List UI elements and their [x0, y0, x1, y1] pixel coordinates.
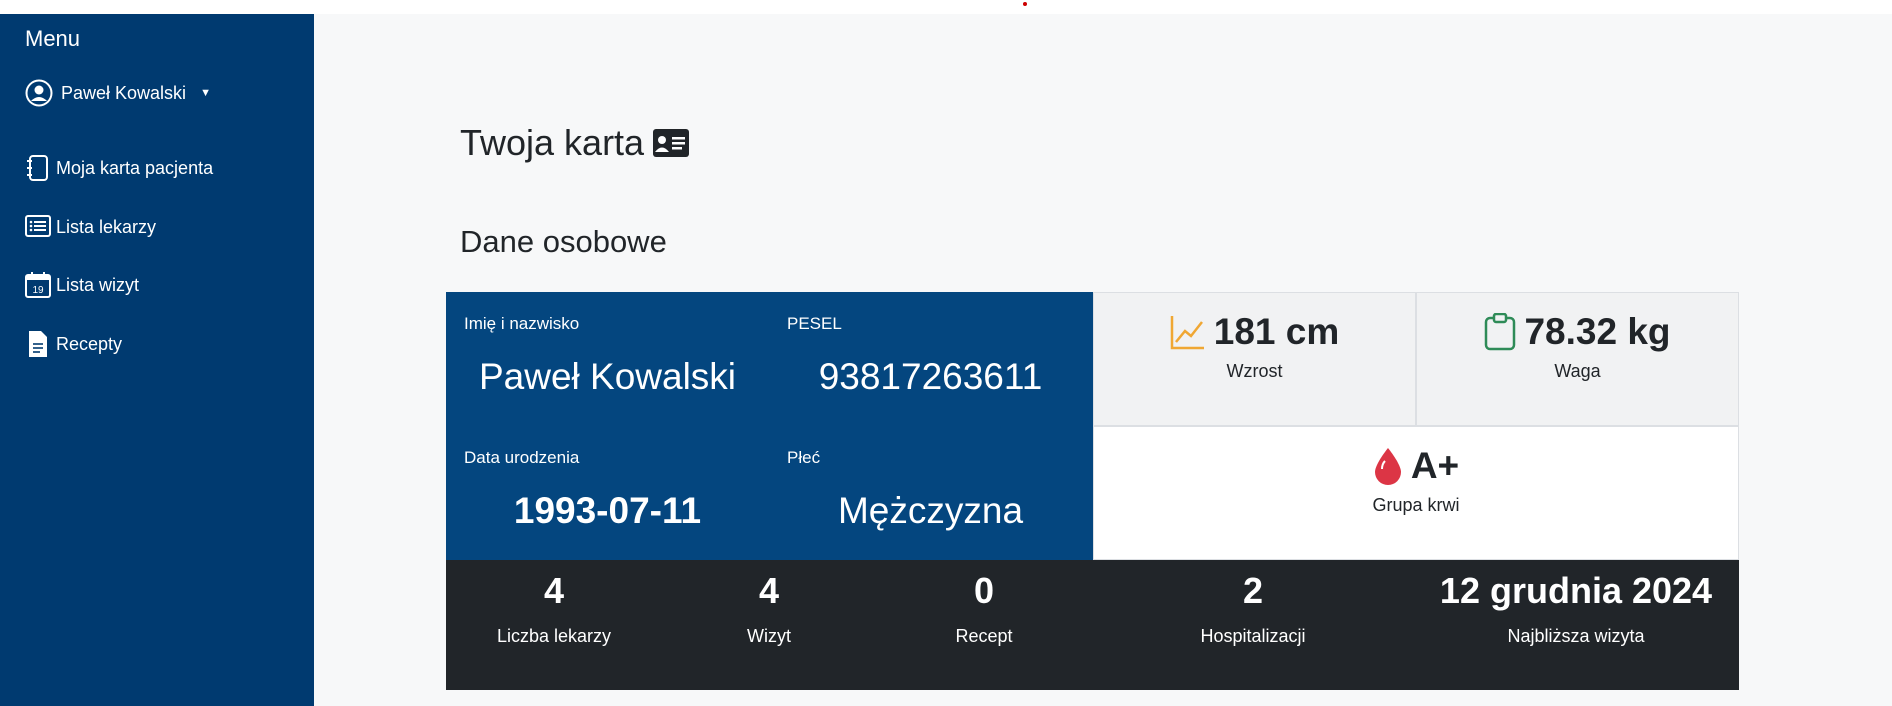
stat-value: 2: [1242, 570, 1264, 611]
sidebar-item-label: Lista lekarzy: [56, 216, 157, 237]
sidebar-item-doctors[interactable]: Lista lekarzy: [25, 213, 156, 241]
stat-label: Najbliższa wizyta: [1507, 626, 1645, 646]
stat-value: 12 grudnia 2024: [1439, 570, 1713, 611]
stat-value: 4: [758, 570, 780, 611]
id-card-icon: [653, 129, 690, 157]
stat-label: Liczba lekarzy: [496, 626, 612, 646]
main-content: Twoja karta Dane osobowe Imię i nazwisko…: [314, 14, 1892, 706]
stat-label: Wizyt: [747, 626, 791, 646]
sidebar-item-label: Moja karta pacjenta: [56, 157, 214, 178]
birth-date-value: 1993-07-11: [513, 490, 702, 531]
sex-value: Mężczyzna: [837, 490, 1024, 531]
chevron-down-icon: ▼: [200, 87, 211, 99]
sidebar: Menu Paweł Kowalski ▼ Moja karta pacjent…: [0, 14, 314, 706]
name-field: Imię i nazwisko Paweł Kowalski: [446, 292, 769, 426]
red-indicator-dot: [1023, 2, 1027, 6]
svg-text:19: 19: [32, 285, 44, 296]
stat-prescriptions: 0 Recept: [955, 570, 1012, 647]
height-value: 181 cm: [1213, 311, 1340, 352]
sidebar-item-prescriptions[interactable]: Recepty: [25, 330, 122, 358]
page-title-text: Twoja karta: [460, 122, 645, 163]
sidebar-item-visits[interactable]: 19 Lista wizyt: [25, 271, 139, 299]
birth-date-label: Data urodzenia: [464, 448, 580, 467]
name-label: Imię i nazwisko: [464, 314, 580, 333]
clipboard-icon: [1485, 313, 1516, 351]
sidebar-item-patient-card[interactable]: Moja karta pacjenta: [25, 154, 213, 182]
stat-doctors: 4 Liczba lekarzy: [497, 570, 611, 647]
weight-value: 78.32 kg: [1524, 311, 1671, 352]
blood-type-value: A+: [1410, 445, 1460, 486]
page-title: Twoja karta: [460, 122, 690, 164]
sex-field: Płeć Mężczyzna: [769, 426, 1092, 560]
user-name: Paweł Kowalski: [61, 82, 187, 103]
weight-tile: 78.32 kg Waga: [1416, 292, 1739, 426]
calendar-icon: 19: [25, 272, 51, 298]
stat-visits: 4 Wizyt: [747, 570, 791, 647]
line-chart-icon: [1170, 316, 1204, 350]
stat-value: 0: [973, 570, 995, 611]
personal-data-panel: Imię i nazwisko Paweł Kowalski PESEL 938…: [446, 292, 1093, 560]
patient-card: Imię i nazwisko Paweł Kowalski PESEL 938…: [446, 292, 1739, 690]
section-title: Dane osobowe: [460, 224, 667, 259]
sidebar-item-label: Recepty: [56, 333, 123, 354]
height-tile: 181 cm Wzrost: [1093, 292, 1416, 426]
name-value: Paweł Kowalski: [478, 356, 737, 397]
stat-hospitalizations: 2 Hospitalizacji: [1200, 570, 1305, 647]
stat-value: 4: [543, 570, 565, 611]
blood-type-tile: A+ Grupa krwi: [1093, 426, 1739, 560]
pesel-field: PESEL 93817263611: [769, 292, 1092, 426]
weight-label: Waga: [1554, 361, 1601, 381]
pesel-value: 93817263611: [818, 356, 1043, 397]
height-label: Wzrost: [1226, 361, 1283, 381]
document-icon: [29, 331, 47, 357]
blood-drop-icon: [1374, 448, 1401, 485]
user-dropdown[interactable]: Paweł Kowalski ▼: [25, 79, 211, 107]
sidebar-item-label: Lista wizyt: [56, 274, 140, 295]
blood-type-label: Grupa krwi: [1372, 495, 1460, 515]
notebook-icon: [27, 155, 48, 181]
stat-label: Recept: [955, 626, 1013, 646]
birth-date-field: Data urodzenia 1993-07-11: [446, 426, 769, 560]
stats-bar: 4 Liczba lekarzy 4 Wizyt 0 Recept 2 Hosp…: [446, 560, 1739, 690]
sex-label: Płeć: [787, 448, 821, 467]
menu-title: Menu: [25, 26, 81, 51]
list-icon: [25, 215, 51, 237]
user-avatar-icon: [25, 79, 53, 107]
stat-next-visit: 12 grudnia 2024 Najbliższa wizyta: [1440, 570, 1712, 647]
stat-label: Hospitalizacji: [1200, 626, 1306, 646]
pesel-label: PESEL: [787, 314, 842, 333]
